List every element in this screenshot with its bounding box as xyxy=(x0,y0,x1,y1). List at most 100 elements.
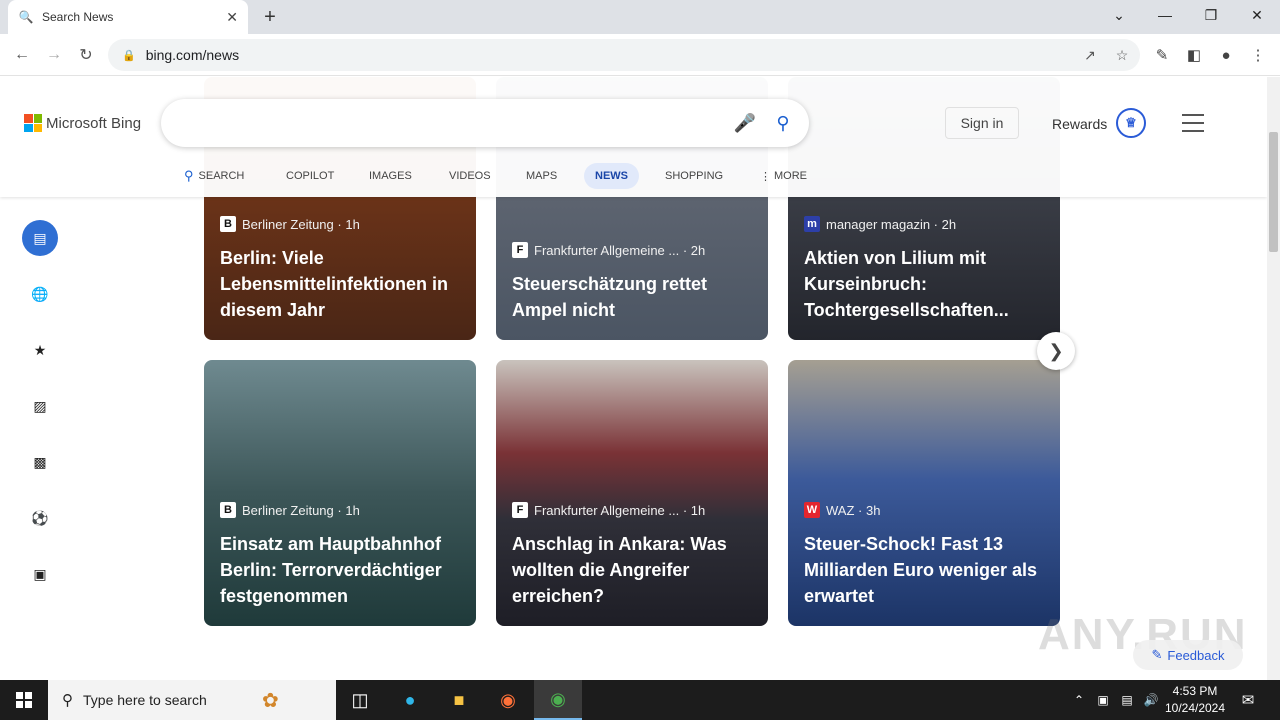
restore-icon[interactable]: ❐ xyxy=(1188,0,1234,30)
tab-title: Search News xyxy=(42,10,114,24)
scope-copilot[interactable]: COPILOT xyxy=(286,163,334,189)
publisher-logo-icon: F xyxy=(512,502,528,518)
scope-shopping[interactable]: SHOPPING xyxy=(665,163,723,189)
lock-icon: 🔒 xyxy=(122,49,136,62)
sports-icon[interactable]: ⚽ xyxy=(22,500,58,536)
logo-text: Microsoft Bing xyxy=(46,114,142,132)
hamburger-menu-icon[interactable] xyxy=(1182,114,1204,132)
card-source: m manager magazin · 2h xyxy=(804,216,956,232)
card-headline[interactable]: Steuer-Schock! Fast 13 Milliarden Euro w… xyxy=(804,531,1046,609)
scope-label: SEARCH xyxy=(198,170,245,182)
card-headline[interactable]: Einsatz am Hauptbahnhof Berlin: Terrorve… xyxy=(220,531,462,609)
bing-header: Microsoft Bing 🎤 ⚲ Sign in Rewards ♕ ⚲ S… xyxy=(0,77,1267,197)
card-source-name: WAZ xyxy=(826,502,855,518)
new-tab-button[interactable]: + xyxy=(258,6,282,28)
news-card[interactable]: B Berliner Zeitung · 1h Einsatz am Haupt… xyxy=(204,360,476,626)
card-age: 2h xyxy=(690,242,706,258)
star-icon[interactable]: ★ xyxy=(22,332,58,368)
search-icon: ⚲ xyxy=(62,692,73,709)
search-input[interactable]: 🎤 ⚲ xyxy=(161,99,809,147)
windows-start-button[interactable] xyxy=(0,680,48,720)
news-card[interactable]: W WAZ · 3h Steuer-Schock! Fast 13 Millia… xyxy=(788,360,1060,626)
publisher-logo-icon: B xyxy=(220,502,236,518)
url-text: bing.com/news xyxy=(145,47,240,63)
page-viewport: B Berliner Zeitung · 1h Berlin: Viele Le… xyxy=(0,77,1267,680)
microphone-icon[interactable]: 🎤 xyxy=(733,111,757,135)
card-source: B Berliner Zeitung · 1h xyxy=(220,502,360,518)
rewards-trophy-icon[interactable]: ♕ xyxy=(1116,108,1146,138)
network-icon[interactable]: ▤ xyxy=(1118,680,1136,720)
search-icon[interactable]: ⚲ xyxy=(771,111,795,135)
scope-news[interactable]: NEWS xyxy=(584,163,639,189)
card-source: W WAZ · 3h xyxy=(804,502,880,518)
category-sidebar: ▤ 🌐 ★ ▨ ▩ ⚽ ▣ xyxy=(0,197,80,677)
taskbar-clock[interactable]: 4:53 PM 10/24/2024 xyxy=(1160,683,1230,717)
card-headline[interactable]: Berlin: Viele Lebensmittelinfektionen in… xyxy=(220,245,462,323)
minimize-icon[interactable]: — xyxy=(1142,0,1188,30)
side-panel-icon[interactable]: ◧ xyxy=(1182,43,1206,67)
bing-logo[interactable]: Microsoft Bing xyxy=(24,114,141,132)
bookmark-star-icon[interactable]: ☆ xyxy=(1112,45,1132,65)
carousel-next-button[interactable]: ❯ xyxy=(1037,332,1075,370)
scope-label: MORE xyxy=(774,170,807,182)
reload-icon[interactable]: ↻ xyxy=(74,43,98,67)
publisher-logo-icon: F xyxy=(512,242,528,258)
card-age: 2h xyxy=(941,216,957,232)
notifications-icon[interactable]: ✉ xyxy=(1236,680,1260,720)
task-view-icon[interactable]: ◫ xyxy=(336,680,384,720)
scope-videos[interactable]: VIDEOS xyxy=(449,163,491,189)
scrollbar-thumb[interactable] xyxy=(1269,132,1278,252)
tray-overflow-chevron-icon[interactable]: ⌃ xyxy=(1070,680,1088,720)
chrome-menu-icon[interactable]: ⋮ xyxy=(1246,43,1270,67)
scope-bar: ⚲ SEARCH COPILOT IMAGES VIDEOS MAPS NEWS… xyxy=(0,163,900,189)
extensions-icon[interactable]: ✎ xyxy=(1150,43,1174,67)
forward-icon[interactable]: → xyxy=(42,43,66,67)
bing-search-favicon-icon: 🔍 xyxy=(18,10,34,24)
page-scrollbar[interactable] xyxy=(1267,77,1280,680)
file-explorer-icon[interactable]: ■ xyxy=(435,680,483,720)
clapperboard-icon[interactable]: ▩ xyxy=(22,444,58,480)
firefox-icon[interactable]: ◉ xyxy=(484,680,532,720)
sign-in-button[interactable]: Sign in xyxy=(945,107,1019,139)
windows-taskbar: ⚲ Type here to search ✿ ◫ ● ■ ◉ ◉ ⌃ ▣ ▤ … xyxy=(0,680,1280,720)
more-dots-icon: ⋮ xyxy=(760,170,771,183)
news-card[interactable]: F Frankfurter Allgemeine ... · 1h Anschl… xyxy=(496,360,768,626)
close-window-icon[interactable]: ✕ xyxy=(1234,0,1280,30)
rewards-label[interactable]: Rewards xyxy=(1052,116,1107,132)
card-headline[interactable]: Anschlag in Ankara: Was wollten die Angr… xyxy=(512,531,754,609)
browser-tab[interactable]: 🔍 Search News ✕ xyxy=(8,0,248,34)
taskbar-search-input[interactable]: ⚲ Type here to search ✿ xyxy=(48,680,336,720)
volume-icon[interactable]: 🔊 xyxy=(1142,680,1160,720)
edge-browser-icon[interactable]: ● xyxy=(386,680,434,720)
profile-avatar-icon[interactable]: ● xyxy=(1214,43,1238,67)
feedback-button[interactable]: ✎ Feedback xyxy=(1133,640,1243,670)
card-source: B Berliner Zeitung · 1h xyxy=(220,216,360,232)
microsoft-logo-icon xyxy=(24,114,42,132)
card-headline[interactable]: Aktien von Lilium mit Kurseinbruch: Toch… xyxy=(804,245,1046,323)
briefcase-icon[interactable]: ▨ xyxy=(22,388,58,424)
share-icon[interactable]: ↗ xyxy=(1080,45,1100,65)
news-icon[interactable]: ▤ xyxy=(22,220,58,256)
card-source-name: manager magazin xyxy=(826,216,931,232)
card-source-name: Berliner Zeitung xyxy=(242,216,334,232)
browser-tab-strip: 🔍 Search News ✕ + ⌄ — ❐ ✕ xyxy=(0,0,1280,34)
back-icon[interactable]: ← xyxy=(10,43,34,67)
feedback-label: Feedback xyxy=(1167,647,1225,663)
tab-search-chevron-icon[interactable]: ⌄ xyxy=(1096,0,1142,30)
address-bar[interactable]: 🔒 bing.com/news ↗ ☆ xyxy=(108,39,1140,71)
tray-device-icon[interactable]: ▣ xyxy=(1094,680,1112,720)
chrome-icon[interactable]: ◉ xyxy=(534,680,582,720)
address-toolbar: ← → ↻ 🔒 bing.com/news ↗ ☆ ✎ ◧ ● ⋮ xyxy=(0,34,1280,76)
card-source-name: Frankfurter Allgemeine ... xyxy=(534,502,680,518)
card-age: 1h xyxy=(345,216,360,232)
tech-icon[interactable]: ▣ xyxy=(22,556,58,592)
globe-icon[interactable]: 🌐 xyxy=(22,276,58,312)
scope-images[interactable]: IMAGES xyxy=(369,163,412,189)
scope-search[interactable]: ⚲ SEARCH xyxy=(184,163,244,189)
card-age: 1h xyxy=(690,502,706,518)
scope-maps[interactable]: MAPS xyxy=(526,163,557,189)
close-tab-icon[interactable]: ✕ xyxy=(226,9,238,26)
card-headline[interactable]: Steuerschätzung rettet Ampel nicht xyxy=(512,271,754,323)
windows-logo-icon xyxy=(16,692,32,708)
scope-more[interactable]: ⋮ MORE xyxy=(760,163,807,189)
